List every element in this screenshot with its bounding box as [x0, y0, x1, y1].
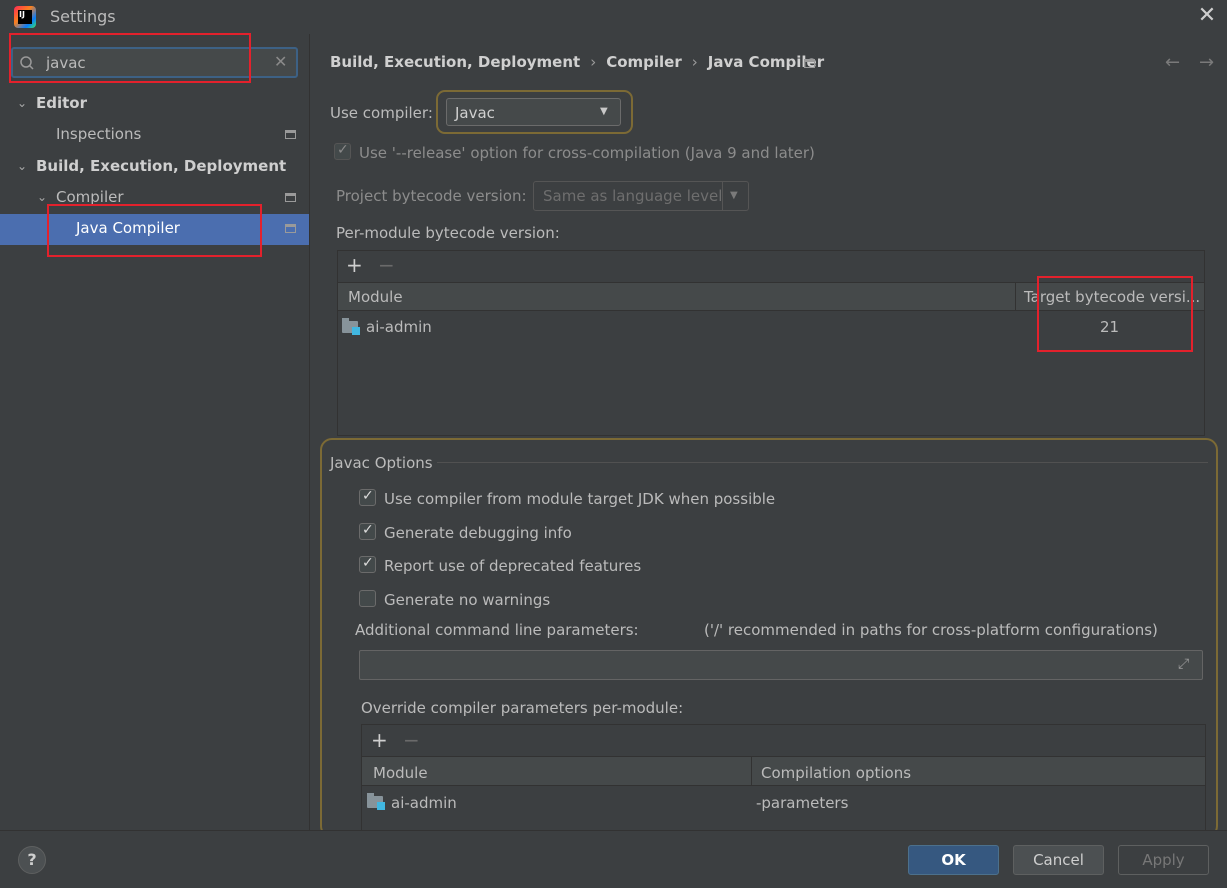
section-divider: [437, 462, 1208, 463]
sidebar-item-java-compiler[interactable]: Java Compiler: [0, 214, 309, 245]
forward-arrow-icon[interactable]: →: [1199, 52, 1214, 73]
use-module-jdk-label: Use compiler from module target JDK when…: [384, 490, 776, 508]
apply-button[interactable]: Apply: [1118, 845, 1209, 875]
cmdline-params-hint: ('/' recommended in paths for cross-plat…: [704, 621, 1158, 639]
sidebar-item-label: Java Compiler: [76, 219, 180, 237]
release-option-checkbox[interactable]: [334, 142, 351, 160]
column-divider[interactable]: [751, 757, 752, 785]
breadcrumb-separator: ›: [691, 53, 698, 71]
chevron-down-icon[interactable]: ⌄: [37, 190, 49, 204]
sidebar-item-inspections[interactable]: Inspections: [0, 120, 309, 151]
help-button[interactable]: ?: [18, 846, 46, 874]
column-divider[interactable]: [1015, 283, 1016, 310]
cancel-button[interactable]: Cancel: [1013, 845, 1104, 875]
module-folder-icon: [367, 793, 385, 810]
sidebar-item-label: Editor: [36, 94, 87, 112]
module-folder-icon: [342, 318, 360, 335]
project-settings-icon: [285, 224, 296, 233]
column-header-compilation-options[interactable]: Compilation options: [761, 764, 911, 782]
table-row-module[interactable]: ai-admin: [391, 794, 457, 812]
project-bytecode-value: Same as language level: [543, 187, 723, 205]
add-icon[interactable]: +: [371, 728, 388, 752]
debugging-info-label: Generate debugging info: [384, 524, 572, 542]
app-logo-text: IJ: [18, 10, 32, 24]
table-row-module[interactable]: ai-admin: [366, 318, 432, 336]
compiler-select-value: Javac: [455, 104, 495, 122]
deprecated-features-checkbox[interactable]: [359, 555, 376, 573]
title-bar: [0, 0, 1227, 34]
column-header-module[interactable]: Module: [348, 288, 403, 306]
project-settings-icon: [285, 130, 296, 139]
sidebar-item-editor[interactable]: ⌄ Editor: [0, 89, 309, 120]
sidebar-item-label: Build, Execution, Deployment: [36, 157, 287, 175]
cmdline-params-label: Additional command line parameters:: [355, 621, 639, 639]
back-arrow-icon[interactable]: ←: [1165, 52, 1180, 73]
use-module-jdk-checkbox[interactable]: [359, 488, 376, 506]
table-row-options[interactable]: -parameters: [756, 794, 848, 812]
project-bytecode-label: Project bytecode version:: [336, 187, 527, 205]
search-input[interactable]: [46, 52, 266, 74]
expand-icon[interactable]: ⤢: [1178, 656, 1189, 672]
cmdline-params-input[interactable]: [359, 650, 1203, 680]
sidebar-item-label: Compiler: [56, 188, 124, 206]
table-row-target[interactable]: 21: [1100, 318, 1119, 336]
column-header-module[interactable]: Module: [373, 764, 428, 782]
debugging-info-checkbox[interactable]: [359, 522, 376, 540]
breadcrumb-separator: ›: [590, 53, 597, 71]
no-warnings-checkbox[interactable]: [359, 590, 376, 607]
window-title: Settings: [50, 7, 116, 26]
app-logo-icon: IJ: [14, 6, 36, 28]
project-settings-icon: [804, 59, 815, 68]
breadcrumb-item: Compiler: [606, 53, 682, 71]
dropdown-arrow-icon[interactable]: ▼: [600, 106, 608, 117]
search-icon: [19, 55, 37, 71]
clear-search-icon[interactable]: ✕: [274, 52, 288, 72]
use-compiler-label: Use compiler:: [330, 104, 433, 122]
sidebar-item-build-execution-deployment[interactable]: ⌄ Build, Execution, Deployment: [0, 152, 309, 183]
add-icon[interactable]: +: [346, 253, 363, 277]
sidebar-item-label: Inspections: [56, 125, 142, 143]
deprecated-features-label: Report use of deprecated features: [384, 557, 642, 575]
chevron-down-icon[interactable]: ⌄: [17, 159, 29, 173]
close-icon[interactable]: ✕: [1196, 5, 1218, 27]
override-params-label: Override compiler parameters per-module:: [361, 699, 684, 717]
project-settings-icon: [285, 193, 296, 202]
scrollbar[interactable]: [1219, 80, 1225, 828]
breadcrumb: Build, Execution, Deployment › Compiler › Ja…: [330, 53, 824, 71]
release-option-label: Use '--release' option for cross-compila…: [359, 144, 815, 162]
no-warnings-label: Generate no warnings: [384, 591, 551, 609]
per-module-bytecode-label: Per-module bytecode version:: [336, 224, 560, 242]
javac-options-title: Javac Options: [330, 454, 433, 472]
sidebar-item-compiler[interactable]: ⌄ Compiler: [0, 183, 309, 214]
bytecode-table: [337, 250, 1205, 436]
column-header-target-bytecode[interactable]: Target bytecode versi...: [1024, 288, 1200, 306]
remove-icon[interactable]: −: [378, 253, 395, 277]
breadcrumb-item: Build, Execution, Deployment: [330, 53, 581, 71]
chevron-down-icon[interactable]: ⌄: [17, 96, 29, 110]
ok-button[interactable]: OK: [908, 845, 999, 875]
select-divider: [722, 182, 723, 210]
dropdown-arrow-icon[interactable]: ▼: [730, 190, 738, 201]
remove-icon[interactable]: −: [403, 728, 420, 752]
